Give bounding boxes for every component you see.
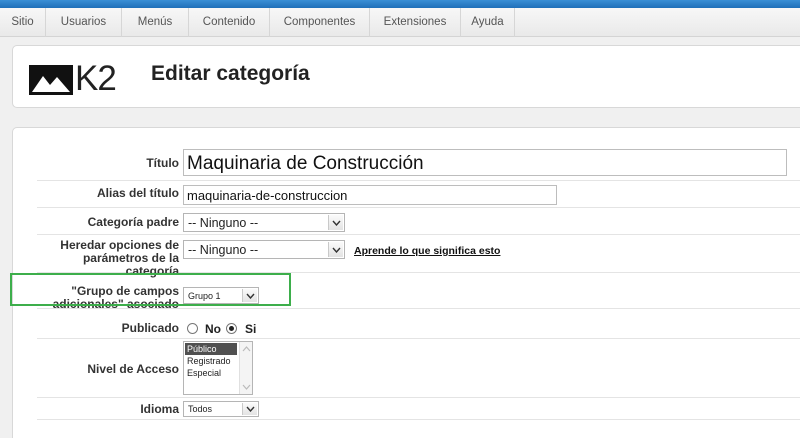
published-yes-label: Si xyxy=(245,322,257,336)
parent-category-value: -- Ninguno -- xyxy=(188,215,259,230)
menu-item-contenido[interactable]: Contenido xyxy=(189,8,270,37)
menu-item-componentes[interactable]: Componentes xyxy=(270,8,370,37)
title-row: Título Maquinaria de Construcción xyxy=(37,146,800,181)
chevron-down-icon xyxy=(328,215,343,230)
alias-input[interactable]: maquinaria-de-construccion xyxy=(183,185,557,205)
extra-fields-group-select[interactable]: Grupo 1 xyxy=(183,287,259,304)
logo-text: K2 xyxy=(75,59,117,98)
menu-item-extensiones[interactable]: Extensiones xyxy=(370,8,461,37)
learn-more-link[interactable]: Aprende lo que significa esto xyxy=(354,245,500,257)
chevron-down-icon xyxy=(242,289,257,302)
inherit-options-row: Heredar opciones de parámetros de la cat… xyxy=(37,235,800,278)
main-menu: Sitio Usuarios Menús Contenido Component… xyxy=(0,8,800,37)
page-title: Editar categoría xyxy=(151,62,310,85)
menu-item-ayuda[interactable]: Ayuda xyxy=(461,8,515,37)
published-row: Publicado No Si xyxy=(37,309,800,339)
chevron-down-icon xyxy=(242,403,257,415)
inherit-options-select[interactable]: -- Ninguno -- xyxy=(183,240,345,259)
chevron-up-icon xyxy=(242,346,251,352)
category-form: Título Maquinaria de Construcción Alias … xyxy=(12,127,800,438)
alias-input-value: maquinaria-de-construccion xyxy=(187,188,348,203)
access-list-scrollbar[interactable] xyxy=(239,342,252,394)
menu-item-usuarios[interactable]: Usuarios xyxy=(46,8,122,37)
extra-fields-group-value: Grupo 1 xyxy=(188,290,221,301)
chevron-down-icon xyxy=(328,242,343,257)
extra-fields-group-label: "Grupo de campos adicionales" asociado xyxy=(52,284,179,311)
published-yes-radio[interactable] xyxy=(226,323,237,334)
k2-logo: K2 xyxy=(29,59,127,101)
parent-category-row: Categoría padre -- Ninguno -- xyxy=(37,208,800,235)
menu-item-sitio[interactable]: Sitio xyxy=(0,8,46,37)
access-option-registrado[interactable]: Registrado xyxy=(185,355,237,367)
top-accent-bar xyxy=(0,0,800,8)
language-row: Idioma Todos xyxy=(37,398,800,420)
alias-label: Alias del título xyxy=(96,186,179,200)
published-label: Publicado xyxy=(121,321,179,335)
page-header: K2 Editar categoría xyxy=(12,45,800,108)
chevron-down-icon xyxy=(242,384,251,390)
title-input[interactable]: Maquinaria de Construcción xyxy=(183,149,787,176)
title-label: Título xyxy=(146,156,179,170)
extra-fields-group-row: "Grupo de campos adicionales" asociado G… xyxy=(37,273,800,311)
access-option-especial[interactable]: Especial xyxy=(185,367,237,379)
language-value: Todos xyxy=(188,404,213,414)
access-option-publico[interactable]: Público xyxy=(185,343,237,355)
parent-category-label: Categoría padre xyxy=(87,215,179,229)
published-no-label: No xyxy=(205,322,221,336)
access-level-list[interactable]: Público Registrado Especial xyxy=(183,341,253,395)
mountain-icon xyxy=(29,65,73,95)
alias-row: Alias del título maquinaria-de-construcc… xyxy=(37,181,800,208)
language-select[interactable]: Todos xyxy=(183,401,259,417)
parent-category-select[interactable]: -- Ninguno -- xyxy=(183,213,345,232)
title-input-value: Maquinaria de Construcción xyxy=(187,153,424,174)
access-level-row: Nivel de Acceso Público Registrado Espec… xyxy=(37,339,800,398)
menu-item-menus[interactable]: Menús xyxy=(122,8,189,37)
access-level-label: Nivel de Acceso xyxy=(87,362,179,376)
inherit-options-value: -- Ninguno -- xyxy=(188,242,259,257)
language-label: Idioma xyxy=(140,402,179,416)
published-no-radio[interactable] xyxy=(187,323,198,334)
